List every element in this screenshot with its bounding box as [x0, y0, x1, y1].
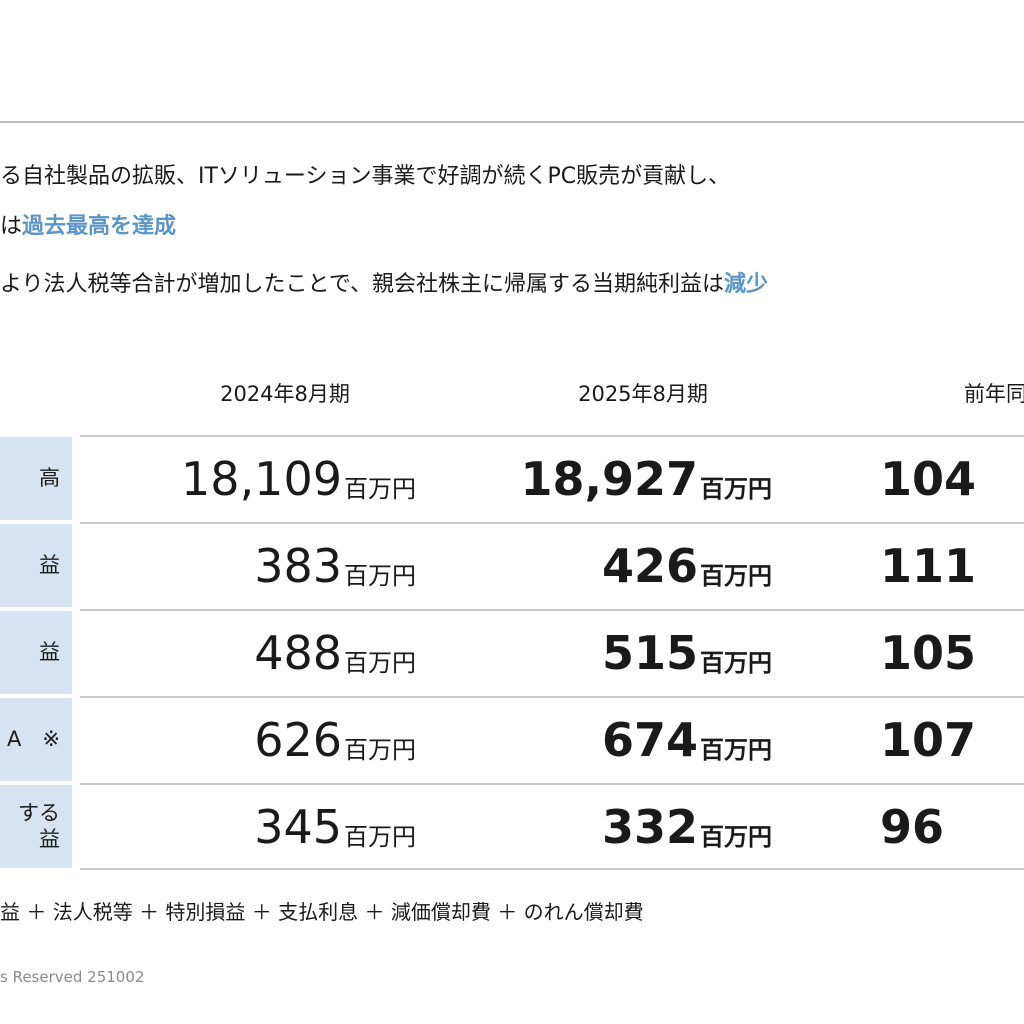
row-label: 益	[0, 611, 72, 694]
cell-yoy: 104	[880, 437, 1024, 520]
cell-yoy: 111	[880, 524, 1024, 607]
table-row-ebitda: A ※ 626 百万円 674 百万円 107	[0, 696, 1024, 781]
value-fy2024: 18,109	[181, 451, 342, 506]
row-label: A ※	[0, 698, 72, 781]
value-yoy: 105	[880, 625, 977, 680]
value-fy2024: 383	[254, 538, 342, 593]
unit-label: 百万円	[344, 649, 416, 677]
cell-fy2025: 332 百万円	[470, 785, 772, 868]
value-yoy: 104	[880, 451, 977, 506]
unit-label: 百万円	[700, 562, 772, 590]
column-header-yoy: 前年同	[964, 382, 1024, 406]
value-yoy: 107	[880, 712, 977, 767]
table-row-operating-income: 益 383 百万円 426 百万円 111	[0, 522, 1024, 607]
unit-label: 百万円	[344, 475, 416, 503]
cell-yoy: 96	[880, 785, 1024, 868]
value-fy2025: 674	[601, 712, 698, 767]
column-header-fy2024: 2024年8月期	[220, 382, 350, 406]
cell-yoy: 107	[880, 698, 1024, 781]
table-row-ordinary-income: 益 488 百万円 515 百万円 105	[0, 609, 1024, 694]
value-fy2025: 426	[601, 538, 698, 593]
table-row-net-income: する 益 345 百万円 332 百万円 96	[0, 783, 1024, 868]
summary-line-3: より法人税等合計が増加したことで、親会社株主に帰属する当期純利益は減少	[0, 274, 768, 296]
value-fy2025: 332	[601, 799, 698, 854]
value-fy2024: 626	[254, 712, 342, 767]
row-label: する 益	[0, 785, 72, 868]
copyright-text: s Reserved 251002	[0, 968, 145, 986]
table-bottom-divider	[80, 868, 1024, 870]
value-yoy: 96	[880, 799, 945, 854]
unit-label: 百万円	[700, 475, 772, 503]
value-yoy: 111	[880, 538, 977, 593]
summary-line-2: は過去最高を達成	[0, 216, 176, 238]
record-high-highlight: 過去最高を達成	[22, 214, 177, 239]
row-label: 高	[0, 437, 72, 520]
unit-label: 百万円	[700, 736, 772, 764]
cell-fy2024: 488 百万円	[120, 611, 416, 694]
summary-line-2-text: は	[0, 214, 23, 239]
ebitda-footnote: 益 ＋ 法人税等 ＋ 特別損益 ＋ 支払利息 ＋ 減価償却費 ＋ のれん償却費	[0, 900, 644, 924]
column-header-fy2025: 2025年8月期	[578, 382, 708, 406]
cell-fy2024: 18,109 百万円	[120, 437, 416, 520]
cell-fy2025: 426 百万円	[470, 524, 772, 607]
cell-fy2024: 626 百万円	[120, 698, 416, 781]
decrease-highlight: 減少	[724, 272, 769, 297]
cell-fy2024: 383 百万円	[120, 524, 416, 607]
unit-label: 百万円	[344, 562, 416, 590]
cell-fy2024: 345 百万円	[120, 785, 416, 868]
summary-line-1: る自社製品の拡販、ITソリューション事業で好調が続くPC販売が貢献し、	[0, 164, 731, 189]
cell-fy2025: 515 百万円	[470, 611, 772, 694]
cell-yoy: 105	[880, 611, 1024, 694]
table-row-net-sales: 高 18,109 百万円 18,927 百万円 104	[0, 435, 1024, 520]
cell-fy2025: 18,927 百万円	[470, 437, 772, 520]
unit-label: 百万円	[700, 649, 772, 677]
cell-fy2025: 674 百万円	[470, 698, 772, 781]
header-divider	[0, 121, 1024, 123]
unit-label: 百万円	[344, 736, 416, 764]
unit-label: 百万円	[700, 823, 772, 851]
value-fy2025: 515	[601, 625, 698, 680]
unit-label: 百万円	[344, 823, 416, 851]
value-fy2024: 488	[254, 625, 342, 680]
summary-line-3-text: より法人税等合計が増加したことで、親会社株主に帰属する当期純利益は	[0, 272, 725, 297]
value-fy2025: 18,927	[520, 451, 698, 506]
value-fy2024: 345	[254, 799, 342, 854]
row-label: 益	[0, 524, 72, 607]
